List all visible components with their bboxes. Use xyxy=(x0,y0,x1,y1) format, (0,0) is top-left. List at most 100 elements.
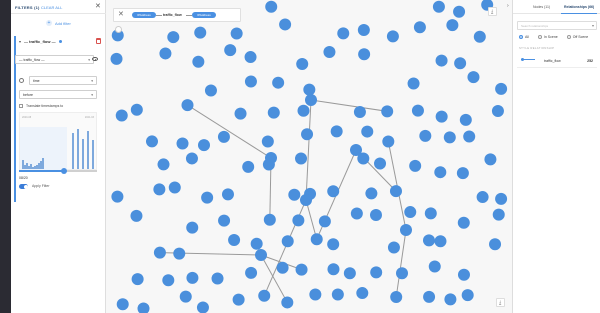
graph-node[interactable] xyxy=(357,24,370,37)
tab-nodes[interactable]: Nodes (11) xyxy=(533,5,550,9)
graph-node[interactable] xyxy=(489,238,502,251)
graph-node[interactable] xyxy=(409,159,422,172)
graph-node[interactable] xyxy=(423,290,436,303)
graph-node[interactable] xyxy=(473,30,486,43)
graph-node[interactable] xyxy=(192,55,205,68)
graph-node[interactable] xyxy=(404,206,417,219)
graph-node[interactable] xyxy=(157,158,170,171)
query-node-b[interactable]: IPAddress xyxy=(192,12,216,18)
graph-node[interactable] xyxy=(204,84,217,97)
graph-node[interactable] xyxy=(110,52,123,65)
graph-node[interactable] xyxy=(382,135,395,148)
graph-node[interactable] xyxy=(435,110,448,123)
query-relationship[interactable]: traffic_flow xyxy=(163,13,182,17)
graph-node[interactable] xyxy=(389,185,402,198)
graph-node[interactable] xyxy=(454,57,467,70)
graph-node[interactable] xyxy=(370,209,382,221)
graph-node[interactable] xyxy=(456,167,469,180)
graph-edge[interactable] xyxy=(395,229,407,298)
graph-edge[interactable] xyxy=(187,104,272,159)
graph-node[interactable] xyxy=(318,215,331,228)
chevron-down-icon[interactable]: ▾ xyxy=(19,39,21,44)
graph-node[interactable] xyxy=(411,104,424,117)
graph-node[interactable] xyxy=(245,266,258,279)
close-query-icon[interactable]: ✕ xyxy=(118,11,124,19)
graph-node[interactable] xyxy=(115,109,128,122)
translate-timestamps-row[interactable]: Translate timestamps to xyxy=(19,104,63,108)
graph-node[interactable] xyxy=(323,46,336,59)
graph-node[interactable] xyxy=(310,233,323,246)
graph-node[interactable] xyxy=(386,30,399,43)
relationship-type-select[interactable]: — traffic_flow — ▾ xyxy=(15,55,94,64)
export-button[interactable]: ⤓ xyxy=(496,298,505,307)
graph-node[interactable] xyxy=(361,125,374,138)
apply-filter-toggle[interactable] xyxy=(19,184,28,189)
graph-node[interactable] xyxy=(242,160,255,173)
add-filter-button[interactable]: + Add filter xyxy=(46,20,71,26)
graph-node[interactable] xyxy=(279,18,292,31)
graph-node[interactable] xyxy=(434,166,447,179)
graph-node[interactable] xyxy=(292,214,305,227)
graph-svg[interactable] xyxy=(106,0,512,313)
graph-node[interactable] xyxy=(300,194,312,206)
graph-node[interactable] xyxy=(130,209,143,222)
graph-node[interactable] xyxy=(217,130,230,143)
graph-node[interactable] xyxy=(234,107,247,120)
graph-node[interactable] xyxy=(218,214,231,227)
graph-node[interactable] xyxy=(356,287,369,300)
graph-node[interactable] xyxy=(419,129,432,142)
graph-node[interactable] xyxy=(457,268,470,281)
graph-node[interactable] xyxy=(186,221,199,234)
graph-node[interactable] xyxy=(181,99,194,112)
radio-all[interactable] xyxy=(519,35,523,39)
graph-node[interactable] xyxy=(424,207,437,220)
relationship-search-input[interactable]: Search relationships ▾ xyxy=(517,21,597,30)
graph-node[interactable] xyxy=(444,293,457,306)
graph-node[interactable] xyxy=(130,103,143,116)
close-icon[interactable]: ✕ xyxy=(95,3,101,10)
graph-node[interactable] xyxy=(484,153,497,166)
graph-node[interactable] xyxy=(305,94,317,106)
graph-node[interactable] xyxy=(330,125,343,138)
graph-node[interactable] xyxy=(295,263,308,276)
graph-node[interactable] xyxy=(327,263,340,276)
pin-icon[interactable] xyxy=(115,26,122,33)
graph-node[interactable] xyxy=(370,266,383,279)
graph-node[interactable] xyxy=(301,128,314,141)
graph-node[interactable] xyxy=(396,267,409,280)
graph-node[interactable] xyxy=(221,188,234,201)
graph-node[interactable] xyxy=(159,47,172,60)
graph-node[interactable] xyxy=(495,82,508,95)
graph-node[interactable] xyxy=(337,27,350,40)
graph-node[interactable] xyxy=(196,301,209,313)
graph-node[interactable] xyxy=(265,0,278,13)
graph-node[interactable] xyxy=(137,302,150,313)
graph-node[interactable] xyxy=(446,19,459,32)
graph-node[interactable] xyxy=(443,131,456,144)
filter-card-header[interactable]: ▾ — traffic_flow — xyxy=(19,39,62,44)
graph-node[interactable] xyxy=(381,105,394,118)
graph-node[interactable] xyxy=(244,75,257,88)
graph-node[interactable] xyxy=(255,249,267,261)
graph-node[interactable] xyxy=(387,241,400,254)
graph-node[interactable] xyxy=(327,238,340,251)
graph-node[interactable] xyxy=(358,48,371,61)
graph-node[interactable] xyxy=(457,216,470,229)
graph-node[interactable] xyxy=(343,267,356,280)
translate-timestamps-checkbox[interactable] xyxy=(19,104,23,108)
radio-off-scene[interactable] xyxy=(566,35,571,39)
graph-node[interactable] xyxy=(407,77,420,90)
graph-node[interactable] xyxy=(365,187,378,200)
graph-node[interactable] xyxy=(228,234,241,247)
filter-icon[interactable]: ▾ xyxy=(592,23,594,28)
graph-node[interactable] xyxy=(153,246,166,259)
graph-node[interactable] xyxy=(434,235,447,248)
graph-node[interactable] xyxy=(400,224,412,236)
graph-node[interactable] xyxy=(272,76,285,89)
graph-node[interactable] xyxy=(211,272,224,285)
graph-node[interactable] xyxy=(461,289,474,302)
graph-node[interactable] xyxy=(432,0,445,13)
clear-all-button[interactable]: CLEAR ALL xyxy=(41,5,62,10)
graph-node[interactable] xyxy=(296,57,309,70)
graph-node[interactable] xyxy=(467,71,480,84)
